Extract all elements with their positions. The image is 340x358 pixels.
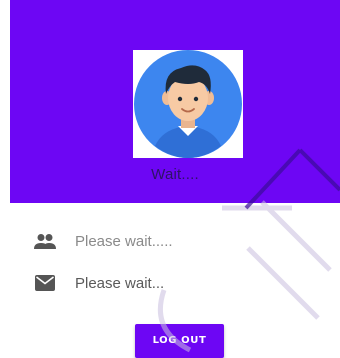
name-text: Please wait.....: [75, 232, 173, 250]
logout-button[interactable]: LOG OUT: [135, 324, 224, 358]
user-avatar-icon: [134, 50, 242, 158]
avatar: [133, 50, 243, 158]
email-text: Please wait...: [75, 274, 165, 292]
name-row: Please wait.....: [33, 229, 173, 253]
people-icon: [33, 229, 57, 253]
mail-icon: [33, 271, 57, 295]
profile-status-text: Wait....: [151, 166, 199, 183]
email-row: Please wait...: [33, 271, 164, 295]
